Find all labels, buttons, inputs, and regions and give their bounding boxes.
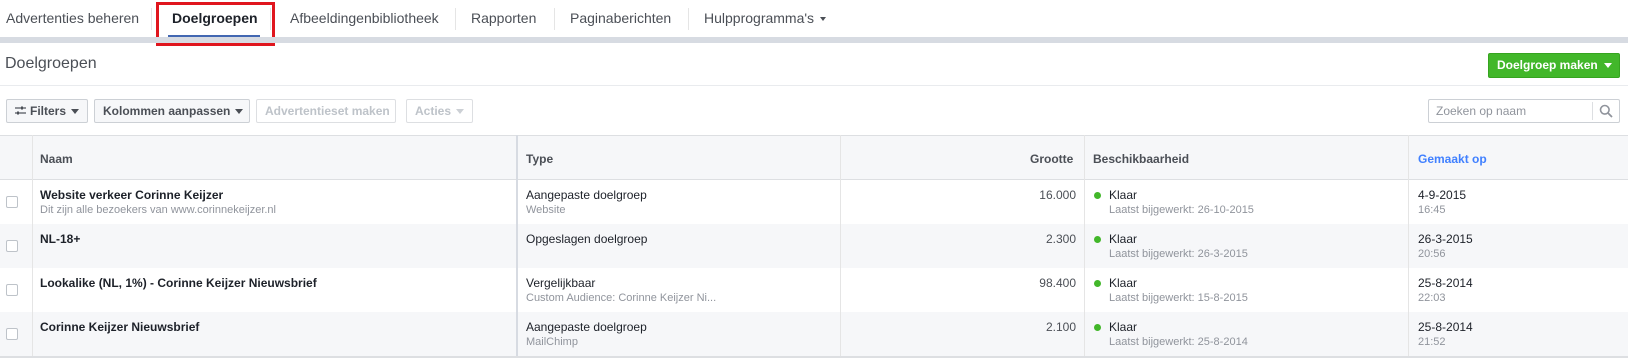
audience-description: Dit zijn alle bezoekers van www.corinnek…: [40, 204, 276, 216]
audience-type: Aangepaste doelgroep: [526, 320, 647, 334]
chevron-down-icon: [235, 109, 244, 115]
audience-type: Vergelijkbaar: [526, 276, 596, 290]
audience-size: 2.100: [1045, 320, 1076, 334]
audience-name[interactable]: Lookalike (NL, 1%) - Corinne Keijzer Nie…: [40, 276, 317, 290]
size-cell: 2.100: [840, 312, 1076, 356]
status-updated: Laatst bijgewerkt: 15-8-2015: [1109, 292, 1248, 304]
nav-separator: [455, 8, 456, 30]
column-separator: [32, 135, 33, 358]
created-time: 20:56: [1418, 248, 1446, 260]
customize-columns-label: Kolommen aanpassen: [103, 104, 231, 118]
status-label: Klaar: [1109, 320, 1138, 334]
filters-label: Filters: [30, 104, 67, 118]
audience-name[interactable]: Corinne Keijzer Nieuwsbrief: [40, 320, 199, 334]
status-dot-icon: [1094, 192, 1101, 199]
audience-name[interactable]: NL-18+: [40, 232, 80, 246]
column-resize-handle[interactable]: [516, 135, 518, 358]
column-separator: [840, 135, 841, 358]
audience-type: Opgeslagen doelgroep: [526, 232, 648, 246]
header-divider-bar: [0, 37, 1628, 43]
create-audience-button[interactable]: Doelgroep maken: [1488, 53, 1620, 78]
status-updated: Laatst bijgewerkt: 26-3-2015: [1109, 248, 1248, 260]
status-label: Klaar: [1109, 276, 1138, 290]
nav-item-ads-manager[interactable]: Advertenties beheren: [6, 10, 139, 26]
chevron-down-icon: [820, 17, 827, 22]
audience-type-detail: Custom Audience: Corinne Keijzer Ni...: [526, 292, 717, 304]
status-dot-icon: [1094, 324, 1101, 331]
created-date: 4-9-2015: [1418, 188, 1467, 202]
created-time: 22:03: [1418, 292, 1446, 304]
filter-icon: [15, 106, 26, 115]
actions-button[interactable]: Acties: [406, 99, 473, 123]
nav-item-image-library[interactable]: Afbeeldingenbibliotheek: [290, 10, 439, 26]
created-date: 26-3-2015: [1418, 232, 1473, 246]
search-input[interactable]: [1429, 100, 1591, 122]
nav-separator: [151, 8, 152, 30]
status-updated: Laatst bijgewerkt: 26-10-2015: [1109, 204, 1254, 216]
table-header: Naam Type Grootte Beschikbaarheid Gemaak…: [0, 135, 1628, 180]
audience-size: 2.300: [1045, 232, 1076, 246]
audience-type-detail: Website: [526, 204, 566, 216]
status-dot-icon: [1094, 280, 1101, 287]
chevron-down-icon: [71, 109, 80, 115]
created-time: 21:52: [1418, 336, 1446, 348]
created-time: 16:45: [1418, 204, 1446, 216]
audience-size: 16.000: [1039, 188, 1076, 202]
row-checkbox[interactable]: [6, 196, 18, 208]
table-row[interactable]: Lookalike (NL, 1%) - Corinne Keijzer Nie…: [0, 268, 1628, 312]
audience-type: Aangepaste doelgroep: [526, 188, 647, 202]
nav-item-page-posts[interactable]: Paginaberichten: [570, 10, 671, 26]
search-box: [1428, 99, 1620, 123]
table-row[interactable]: NL-18+ Opgeslagen doelgroep 2.300 Klaar …: [0, 224, 1628, 268]
column-header-name[interactable]: Naam: [40, 152, 73, 166]
create-adset-button[interactable]: Advertentieset maken: [256, 99, 396, 123]
size-cell: 98.400: [840, 268, 1076, 312]
nav-separator: [554, 8, 555, 30]
customize-columns-button[interactable]: Kolommen aanpassen: [94, 99, 250, 123]
row-checkbox[interactable]: [6, 240, 18, 252]
column-separator: [1408, 135, 1409, 358]
audience-size: 98.400: [1039, 276, 1076, 290]
column-separator: [1084, 135, 1085, 358]
page-title: Doelgroepen: [5, 55, 97, 72]
filters-button[interactable]: Filters: [6, 99, 88, 123]
actions-label: Acties: [415, 104, 452, 118]
created-date: 25-8-2014: [1418, 276, 1473, 290]
audience-type-detail: MailChimp: [526, 336, 578, 348]
chevron-down-icon: [1603, 63, 1612, 69]
divider: [0, 85, 1628, 86]
status-dot-icon: [1094, 236, 1101, 243]
nav-item-reports[interactable]: Rapporten: [471, 10, 536, 26]
row-checkbox[interactable]: [6, 328, 18, 340]
table-row[interactable]: Website verkeer Corinne Keijzer Dit zijn…: [0, 180, 1628, 224]
chevron-down-icon: [456, 109, 465, 115]
column-header-type[interactable]: Type: [526, 152, 553, 166]
status-label: Klaar: [1109, 188, 1138, 202]
column-header-availability[interactable]: Beschikbaarheid: [1093, 152, 1189, 166]
nav-separator: [688, 8, 689, 30]
nav-item-tools[interactable]: Hulpprogramma's: [704, 10, 827, 26]
column-header-created[interactable]: Gemaakt op: [1418, 152, 1487, 166]
status-updated: Laatst bijgewerkt: 25-8-2014: [1109, 336, 1248, 348]
search-icon[interactable]: [1599, 104, 1613, 118]
column-header-size[interactable]: Grootte: [1030, 152, 1073, 166]
create-audience-label: Doelgroep maken: [1497, 58, 1598, 72]
nav-item-tools-label: Hulpprogramma's: [704, 10, 815, 26]
size-cell: 2.300: [840, 224, 1076, 268]
created-date: 25-8-2014: [1418, 320, 1473, 334]
table-row[interactable]: Corinne Keijzer Nieuwsbrief Aangepaste d…: [0, 312, 1628, 356]
size-cell: 16.000: [840, 180, 1076, 224]
row-checkbox[interactable]: [6, 284, 18, 296]
search-separator: [1592, 102, 1593, 120]
status-label: Klaar: [1109, 232, 1138, 246]
audience-name[interactable]: Website verkeer Corinne Keijzer: [40, 188, 223, 202]
